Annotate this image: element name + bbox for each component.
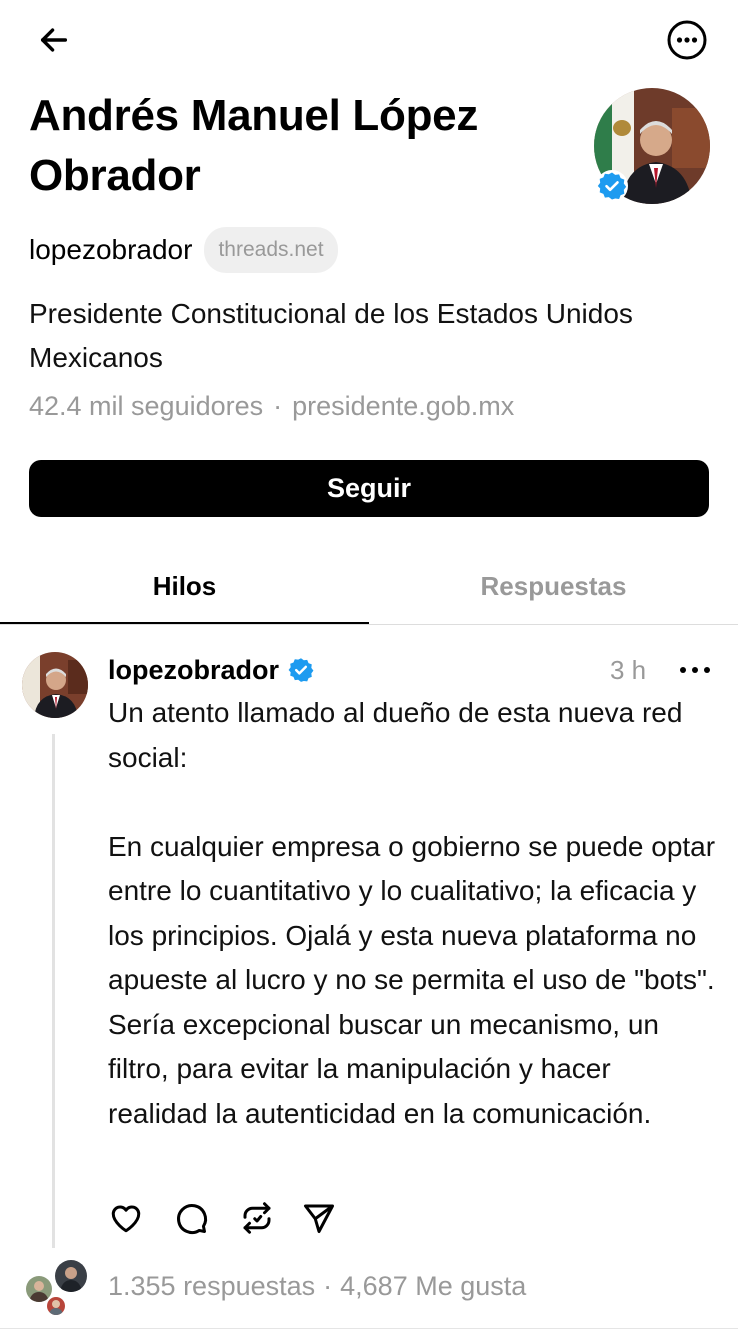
- meta-separator: ·: [273, 391, 283, 421]
- verified-badge-icon: [288, 658, 314, 682]
- replier-avatar: [53, 1258, 89, 1294]
- profile-name: Andrés Manuel López Obrador: [29, 91, 479, 200]
- post-avatar[interactable]: [22, 652, 88, 718]
- post-timestamp: 3 h: [610, 655, 647, 685]
- reply-button[interactable]: [171, 1196, 211, 1240]
- back-button[interactable]: [28, 18, 80, 62]
- profile-handle: lopezobrador: [29, 234, 193, 265]
- more-circle-icon: [667, 20, 707, 60]
- more-options-button[interactable]: [664, 17, 710, 63]
- more-horizontal-icon: [680, 667, 710, 673]
- verified-badge-icon: [596, 170, 628, 202]
- follow-button[interactable]: Seguir: [29, 460, 709, 517]
- profile-bio: Presidente Constitucional de los Estados…: [29, 298, 633, 373]
- share-button[interactable]: [299, 1196, 339, 1240]
- post-divider: [0, 1328, 738, 1329]
- profile-meta: 42.4 mil seguidores · presidente.gob.mx: [29, 386, 514, 426]
- tab-respuestas[interactable]: Respuestas: [369, 548, 738, 624]
- stats-separator: ·: [323, 1271, 333, 1301]
- comment-icon: [177, 1204, 207, 1234]
- send-icon: [304, 1204, 334, 1233]
- handle-row: lopezobrador threads.net: [29, 226, 338, 274]
- heart-icon: [111, 1205, 141, 1233]
- repost-button[interactable]: [237, 1196, 277, 1240]
- post-stats: 1.355 respuestas · 4,687 Me gusta: [108, 1266, 526, 1306]
- domain-chip[interactable]: threads.net: [204, 227, 338, 273]
- replies-count[interactable]: 1.355 respuestas: [108, 1271, 315, 1301]
- arrow-left-icon: [40, 28, 68, 52]
- followers-count[interactable]: 42.4 mil seguidores: [29, 391, 263, 421]
- post-author[interactable]: lopezobrador: [108, 655, 279, 686]
- tab-divider: [0, 624, 738, 625]
- post-author-row: lopezobrador: [108, 650, 315, 690]
- post-body: Un atento llamado al dueño de esta nueva…: [108, 697, 716, 1129]
- likes-count[interactable]: 4,687 Me gusta: [340, 1271, 526, 1301]
- website-link[interactable]: presidente.gob.mx: [292, 391, 514, 421]
- replier-avatar: [45, 1295, 67, 1317]
- tab-hilos[interactable]: Hilos: [0, 548, 369, 624]
- post-more-button[interactable]: [676, 652, 714, 688]
- thread-line: [52, 734, 55, 1248]
- repost-icon: [243, 1202, 271, 1234]
- like-button[interactable]: [106, 1196, 146, 1240]
